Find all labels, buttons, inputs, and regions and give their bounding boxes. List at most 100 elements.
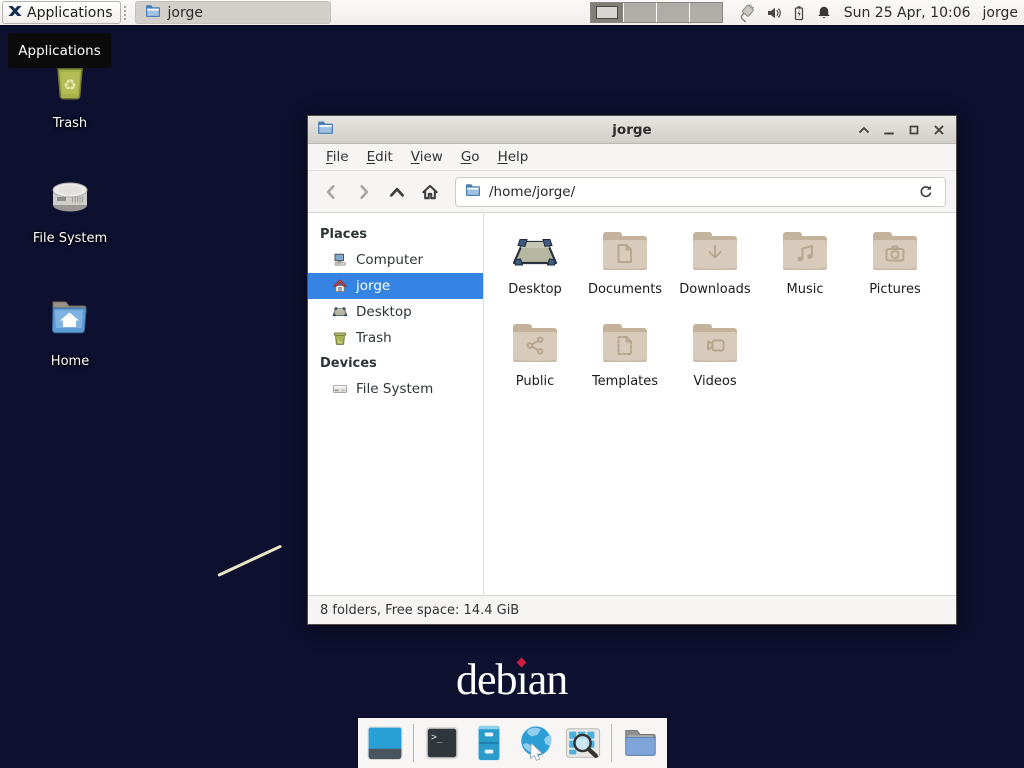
sidebar-item-trash[interactable]: Trash xyxy=(308,325,483,351)
network-icon[interactable] xyxy=(735,2,757,24)
debian-wordmark: debıan xyxy=(456,656,567,704)
home-red-icon xyxy=(332,278,348,294)
dock-show-desktop-button[interactable] xyxy=(366,724,404,762)
taskbar-window-button[interactable]: jorge xyxy=(135,1,331,24)
dock-terminal-button[interactable]: >_ xyxy=(423,724,461,762)
desktop-icon-label: Home xyxy=(51,354,89,369)
folder-template-icon xyxy=(601,321,649,369)
desktop-icon-file-system[interactable]: File System xyxy=(25,170,115,246)
folder-desktop[interactable]: Desktop xyxy=(490,221,580,313)
trash-olive-icon xyxy=(332,330,348,346)
dock-separator xyxy=(611,724,612,762)
folder-label: Templates xyxy=(592,374,658,389)
xfce-logo-icon xyxy=(7,3,23,23)
computer-icon xyxy=(332,252,348,268)
folder-label: Pictures xyxy=(869,282,920,297)
drive-small-icon xyxy=(332,381,348,397)
folder-camera-icon xyxy=(871,229,919,277)
dock-web-browser-button[interactable] xyxy=(517,724,555,762)
close-button[interactable] xyxy=(930,121,947,138)
folder-label: Videos xyxy=(693,374,736,389)
sidebar-item-computer[interactable]: Computer xyxy=(308,247,483,273)
folder-templates[interactable]: Templates xyxy=(580,313,670,405)
folder-label: Music xyxy=(787,282,824,297)
folder-videos[interactable]: Videos xyxy=(670,313,760,405)
drive-big xyxy=(46,170,94,222)
stray-line-artifact xyxy=(217,545,282,577)
dock-file-manager-button[interactable] xyxy=(470,724,508,762)
folder-music-icon xyxy=(781,229,829,277)
folder-label: Public xyxy=(516,374,554,389)
window-icon xyxy=(317,119,334,140)
desktop-pad-icon xyxy=(332,304,348,320)
folder-download-icon xyxy=(691,229,739,277)
up-button[interactable] xyxy=(384,179,410,205)
sidebar-item-jorge[interactable]: jorge xyxy=(308,273,483,299)
sidebar: PlacesComputerjorgeDesktopTrashDevicesFi… xyxy=(308,213,484,595)
workspace-3[interactable] xyxy=(657,3,690,22)
folder-label: Downloads xyxy=(679,282,750,297)
workspace-4[interactable] xyxy=(690,3,722,22)
folder-public[interactable]: Public xyxy=(490,313,580,405)
desktop-icon-home[interactable]: Home xyxy=(25,293,115,369)
system-tray xyxy=(735,2,832,24)
window-titlebar[interactable]: jorge xyxy=(308,116,956,144)
menu-go[interactable]: Go xyxy=(452,146,489,168)
menu-edit[interactable]: Edit xyxy=(358,146,402,168)
statusbar-text: 8 folders, Free space: 14.4 GiB xyxy=(320,603,519,618)
reload-button[interactable] xyxy=(916,182,936,202)
window-body: PlacesComputerjorgeDesktopTrashDevicesFi… xyxy=(308,213,956,595)
sidebar-item-label: Desktop xyxy=(356,304,412,320)
folder-video-icon xyxy=(691,321,739,369)
panel-clock: Sun 25 Apr, 10:06 xyxy=(844,5,971,21)
volume-icon[interactable] xyxy=(766,5,782,21)
workspace-window-preview xyxy=(596,6,618,19)
sidebar-item-label: Trash xyxy=(356,330,392,346)
battery-icon[interactable] xyxy=(791,5,807,21)
top-panel: Applications jorge Sun 25 Apr, 10:06 jor… xyxy=(0,0,1024,25)
dock-app-finder-button[interactable] xyxy=(564,724,602,762)
sidebar-item-label: Computer xyxy=(356,252,423,268)
notifications-icon[interactable] xyxy=(816,5,832,21)
folder-pictures[interactable]: Pictures xyxy=(850,221,940,313)
file-manager-window: jorge FileEditViewGoHelp /home/jorge/ Pl… xyxy=(307,115,957,625)
menu-view[interactable]: View xyxy=(402,146,452,168)
folder-music[interactable]: Music xyxy=(760,221,850,313)
sidebar-header-places: Places xyxy=(308,222,483,247)
wordmark-i: ı xyxy=(517,656,528,704)
workspace-1[interactable] xyxy=(591,3,624,22)
maximize-button[interactable] xyxy=(905,121,922,138)
shade-button[interactable] xyxy=(855,121,872,138)
folder-view[interactable]: Desktop Documents Downloads Music Pictures Pu… xyxy=(484,213,956,595)
menu-help[interactable]: Help xyxy=(489,146,538,168)
desktop-icon-label: File System xyxy=(33,231,107,246)
desktop-pad-icon xyxy=(511,229,559,277)
sidebar-item-label: File System xyxy=(356,381,433,397)
sidebar-item-desktop[interactable]: Desktop xyxy=(308,299,483,325)
folder-downloads[interactable]: Downloads xyxy=(670,221,760,313)
window-controls xyxy=(855,121,947,138)
svg-text:>_: >_ xyxy=(431,732,443,743)
panel-username: jorge xyxy=(983,5,1018,21)
sidebar-item-file-system[interactable]: File System xyxy=(308,376,483,402)
wordmark-text: deb xyxy=(456,655,517,704)
forward-button[interactable] xyxy=(351,179,377,205)
applications-menu-label: Applications xyxy=(27,5,113,21)
folder-label: Desktop xyxy=(508,282,562,297)
panel-grip[interactable] xyxy=(124,6,131,20)
dock-recent-folder-button[interactable] xyxy=(621,724,659,762)
wordmark-dot xyxy=(517,658,527,668)
folder-documents[interactable]: Documents xyxy=(580,221,670,313)
menu-file[interactable]: File xyxy=(317,146,358,168)
workspace-2[interactable] xyxy=(624,3,657,22)
back-button[interactable] xyxy=(318,179,344,205)
path-text[interactable]: /home/jorge/ xyxy=(489,184,908,200)
dock: >_ xyxy=(358,718,667,768)
tooltip-text: Applications xyxy=(18,43,100,59)
minimize-button[interactable] xyxy=(880,121,897,138)
location-bar[interactable]: /home/jorge/ xyxy=(455,177,946,207)
home-button[interactable] xyxy=(417,179,443,205)
toolbar: /home/jorge/ xyxy=(308,171,956,213)
applications-menu-button[interactable]: Applications xyxy=(2,1,121,24)
window-folder-icon xyxy=(145,3,161,23)
